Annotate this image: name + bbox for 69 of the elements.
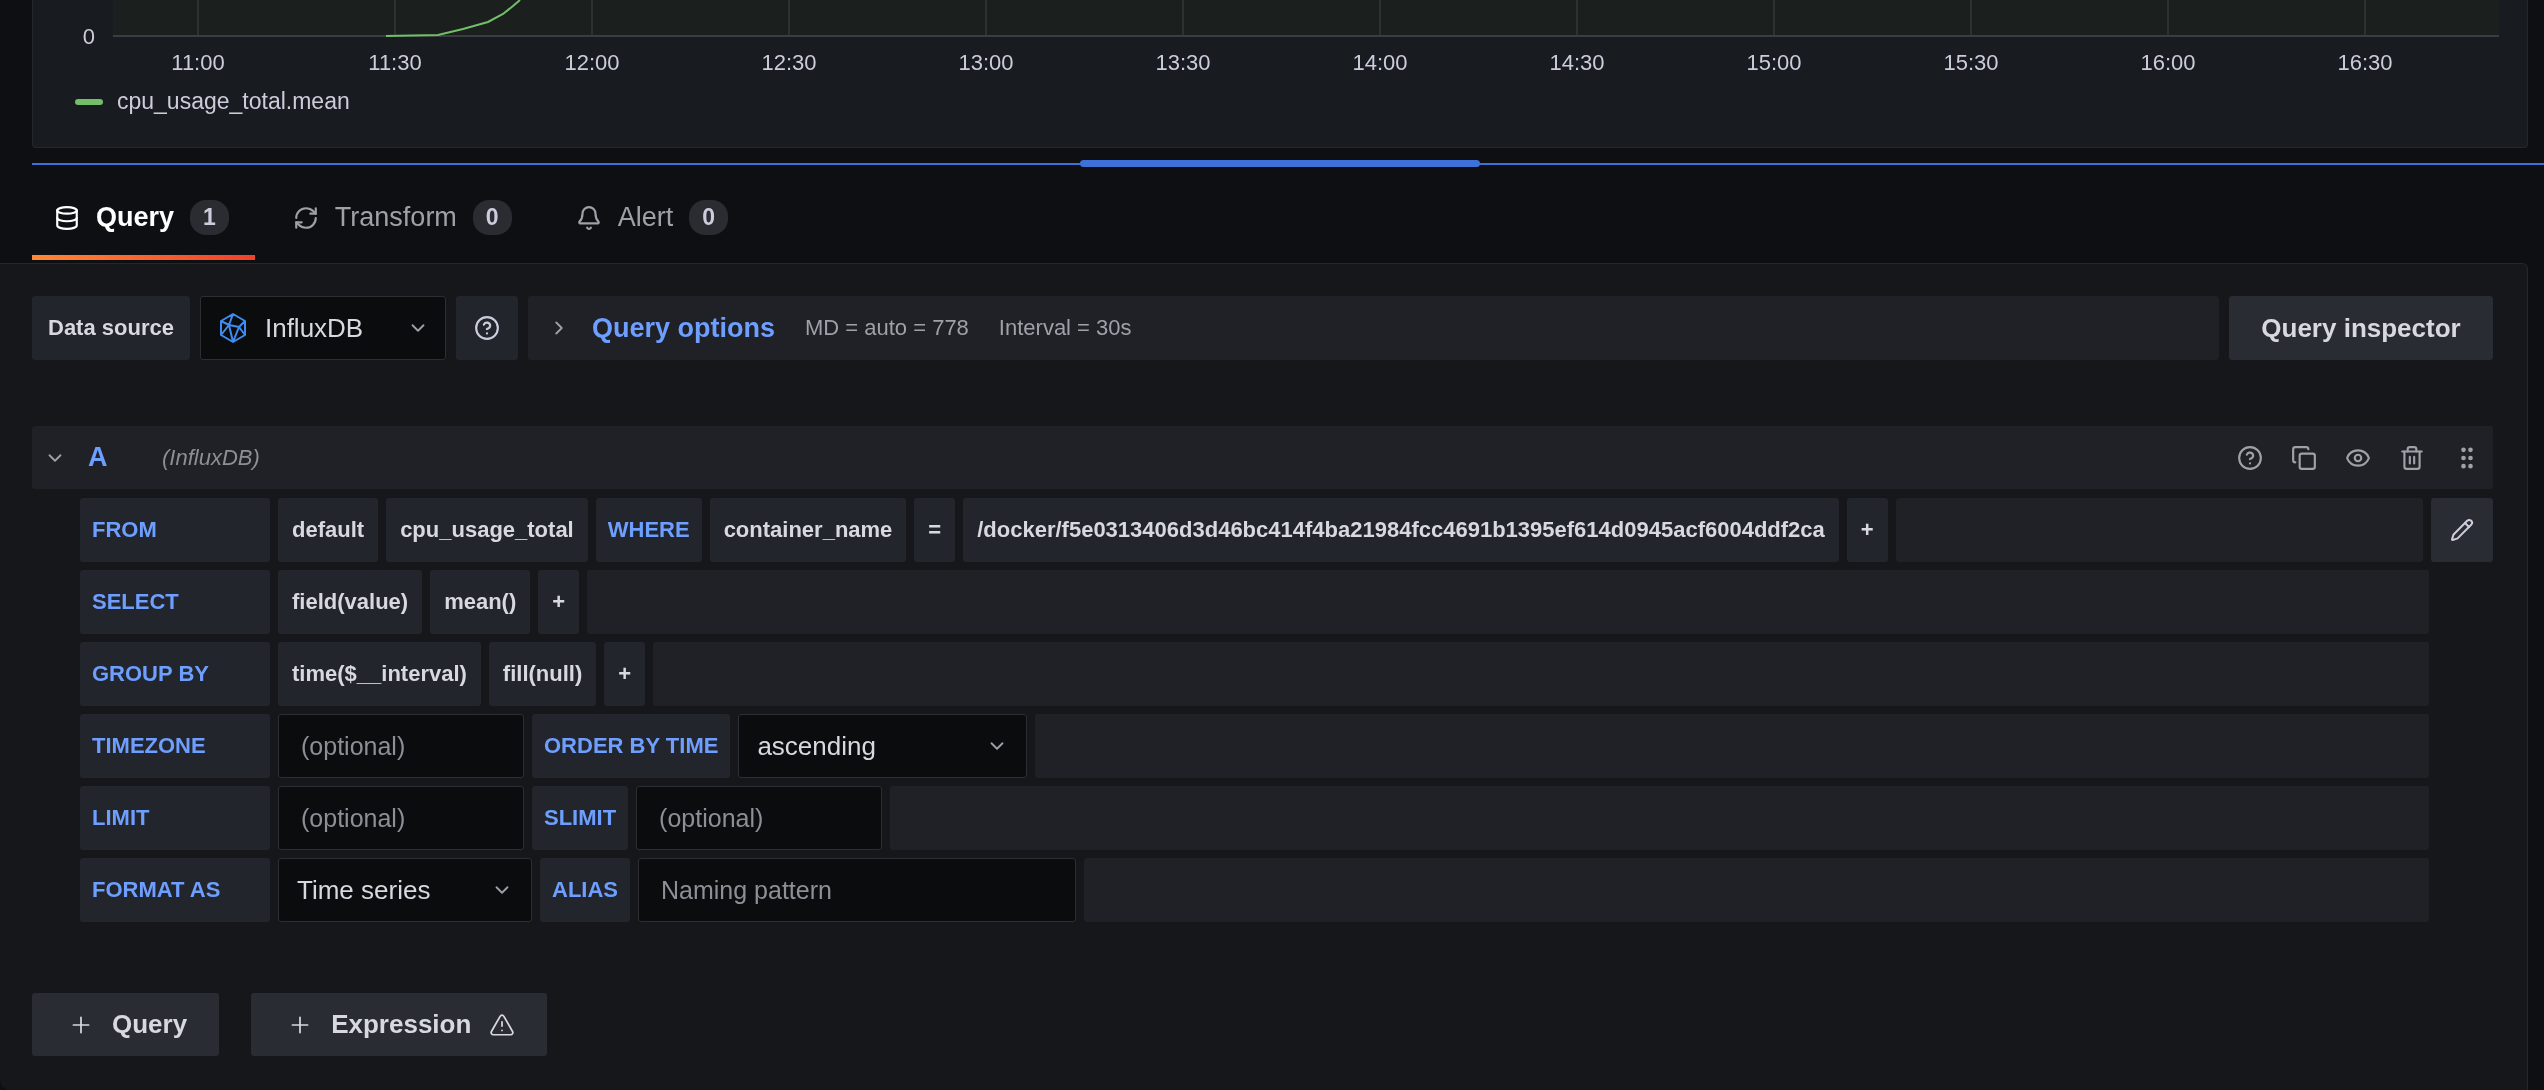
database-icon (54, 204, 80, 231)
select-field[interactable]: Time series (278, 858, 532, 922)
splitter-handle[interactable] (1080, 160, 1480, 167)
query-segment[interactable]: time($__interval) (278, 642, 481, 706)
row-label: GROUP BY (80, 642, 270, 706)
input-field[interactable]: (optional) (278, 714, 524, 778)
row-label: SELECT (80, 570, 270, 634)
copy-icon[interactable] (2291, 444, 2317, 471)
query-segment[interactable]: cpu_usage_total (386, 498, 588, 562)
axis-tick-label: 11:30 (368, 50, 422, 75)
pencil-icon (2450, 518, 2474, 542)
input-field[interactable]: (optional) (278, 786, 524, 850)
row-label: LIMIT (80, 786, 270, 850)
axis-tick-label: 16:30 (2337, 50, 2393, 75)
keyword-label: ALIAS (540, 858, 630, 922)
keyword-label: WHERE (595, 498, 702, 562)
row-label: TIMEZONE (80, 714, 270, 778)
axis-tick-label: 15:00 (1746, 50, 1802, 75)
query-segment[interactable]: /docker/f5e0313406d3d46bc414f4ba21984fcc4691b1395ef614d0945acf6004ddf2ca (963, 498, 1839, 562)
interval-text: Interval = 30s (998, 315, 1132, 341)
axis-tick-label: 14:00 (1352, 50, 1408, 75)
max-data-points-text: MD = auto = 778 (804, 315, 969, 341)
legend-label[interactable]: cpu_usage_total.mean (117, 88, 350, 115)
input-field[interactable]: Naming pattern (638, 858, 1076, 922)
count-badge: 0 (689, 200, 728, 235)
query-segment[interactable]: default (278, 498, 379, 562)
axis-tick-label: 13:30 (1155, 50, 1211, 75)
query-segment[interactable]: mean() (430, 570, 531, 634)
keyword-label: ORDER BY TIME (532, 714, 731, 778)
query-inspector-button[interactable]: Query inspector (2229, 296, 2493, 360)
query-options-button[interactable]: Query options (547, 312, 775, 344)
axis-tick-label: 15:30 (1943, 50, 1999, 75)
bell-icon (575, 204, 602, 231)
count-badge: 1 (190, 200, 229, 235)
help-icon[interactable] (2237, 444, 2263, 471)
query-ref-label: A (88, 442, 109, 473)
add-button[interactable]: Expression (251, 993, 548, 1056)
query-datasource-label: (InfluxDB) (162, 444, 261, 471)
row-label: FROM (80, 498, 270, 562)
axis-tick-label: 16:00 (2140, 50, 2196, 75)
circular-arrows-icon (292, 204, 319, 231)
row-label: FORMAT AS (80, 858, 270, 922)
axis-tick-label: 12:00 (564, 50, 620, 75)
select-field[interactable]: ascending (738, 714, 1028, 778)
add-segment-button[interactable]: + (1846, 498, 1888, 562)
axis-tick-label: 11:00 (171, 50, 225, 75)
help-icon (473, 315, 500, 341)
warning-icon (489, 1011, 516, 1038)
help-button[interactable] (455, 296, 518, 360)
count-badge: 0 (472, 200, 512, 235)
query-segment[interactable]: = (914, 498, 956, 562)
add-button[interactable]: Query (32, 993, 220, 1056)
tab[interactable]: Alert 0 (553, 180, 754, 260)
add-segment-button[interactable]: + (538, 570, 580, 634)
data-source-select[interactable]: InfluxDB (199, 296, 446, 360)
query-segment[interactable]: container_name (709, 498, 907, 562)
axis-tick-label: 0 (82, 24, 95, 49)
add-segment-button[interactable]: + (604, 642, 646, 706)
axis-tick-label: 13:00 (958, 50, 1014, 75)
data-source-label: Data source (32, 296, 190, 360)
keyword-label: SLIMIT (532, 786, 629, 850)
axis-tick-label: 12:30 (761, 50, 817, 75)
input-field[interactable]: (optional) (636, 786, 883, 850)
axis-tick-label: 14:30 (1549, 50, 1605, 75)
query-segment[interactable]: fill(null) (488, 642, 597, 706)
tab[interactable]: Transform 0 (270, 180, 538, 260)
edit-button[interactable] (2431, 498, 2493, 562)
trash-icon[interactable] (2399, 444, 2425, 471)
query-segment[interactable]: field(value) (278, 570, 423, 634)
